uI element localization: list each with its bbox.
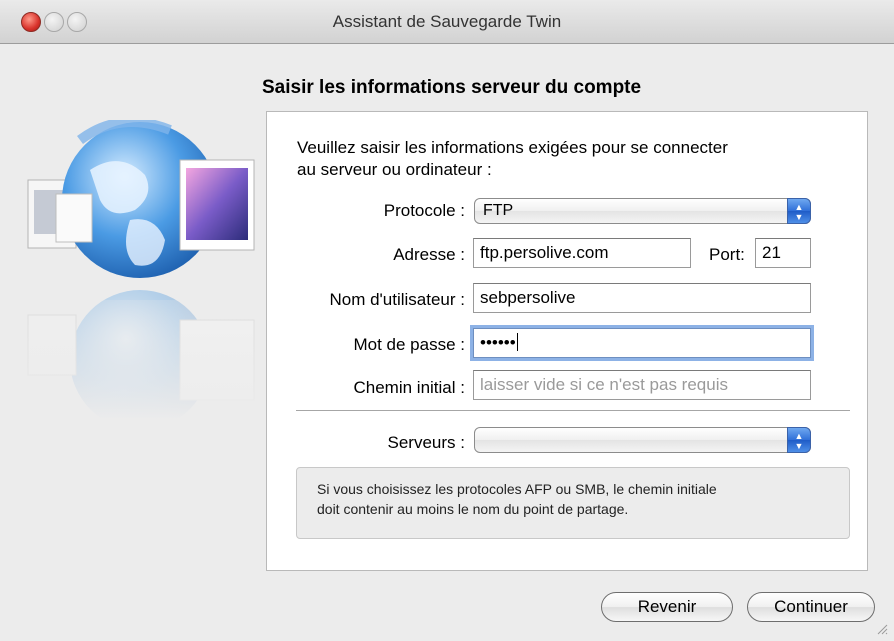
servers-label: Serveurs : xyxy=(387,433,465,452)
back-button[interactable]: Revenir xyxy=(601,592,733,622)
protocol-value: FTP xyxy=(483,202,514,219)
protocol-label: Protocole : xyxy=(383,201,465,220)
protocol-info-box: Si vous choisissez les protocoles AFP ou… xyxy=(296,467,850,539)
continue-button[interactable]: Continuer xyxy=(747,592,875,622)
initial-path-placeholder: laisser vide si ce n'est pas requis xyxy=(480,375,728,394)
popup-stepper-icon: ▲ ▼ xyxy=(787,427,811,453)
globe-backup-illustration xyxy=(20,120,260,420)
instructions-text: Veuillez saisir les informations exigées… xyxy=(297,137,857,181)
instructions-line-2: au serveur ou ordinateur : xyxy=(297,160,492,179)
port-field[interactable]: 21 xyxy=(755,238,811,268)
popup-stepper-icon: ▲ ▼ xyxy=(787,198,811,224)
title-bar: Assistant de Sauvegarde Twin xyxy=(0,0,894,44)
password-dots: •••••• xyxy=(480,333,516,352)
info-line-1: Si vous choisissez les protocoles AFP ou… xyxy=(317,481,717,497)
text-caret xyxy=(516,333,518,351)
instructions-line-1: Veuillez saisir les informations exigées… xyxy=(297,138,728,157)
address-field[interactable]: ftp.persolive.com xyxy=(473,238,691,268)
password-label: Mot de passe : xyxy=(353,335,465,354)
port-label: Port: xyxy=(709,245,745,264)
address-label: Adresse : xyxy=(393,245,465,264)
info-line-2: doit contenir au moins le nom du point d… xyxy=(317,501,629,517)
initial-path-field[interactable]: laisser vide si ce n'est pas requis xyxy=(473,370,811,400)
username-field[interactable]: sebpersolive xyxy=(473,283,811,313)
resize-grip-icon[interactable] xyxy=(876,623,888,635)
protocol-popup[interactable]: FTP ▲ ▼ xyxy=(474,198,811,224)
servers-popup[interactable]: ▲ ▼ xyxy=(474,427,811,453)
path-label: Chemin initial : xyxy=(353,378,466,397)
window-title: Assistant de Sauvegarde Twin xyxy=(332,12,562,31)
assistant-window: Assistant de Sauvegarde Twin Saisir les … xyxy=(0,0,894,641)
page-heading: Saisir les informations serveur du compt… xyxy=(262,77,642,98)
password-field[interactable]: •••••• xyxy=(473,328,811,358)
username-label: Nom d'utilisateur : xyxy=(329,290,465,309)
separator xyxy=(296,410,850,411)
